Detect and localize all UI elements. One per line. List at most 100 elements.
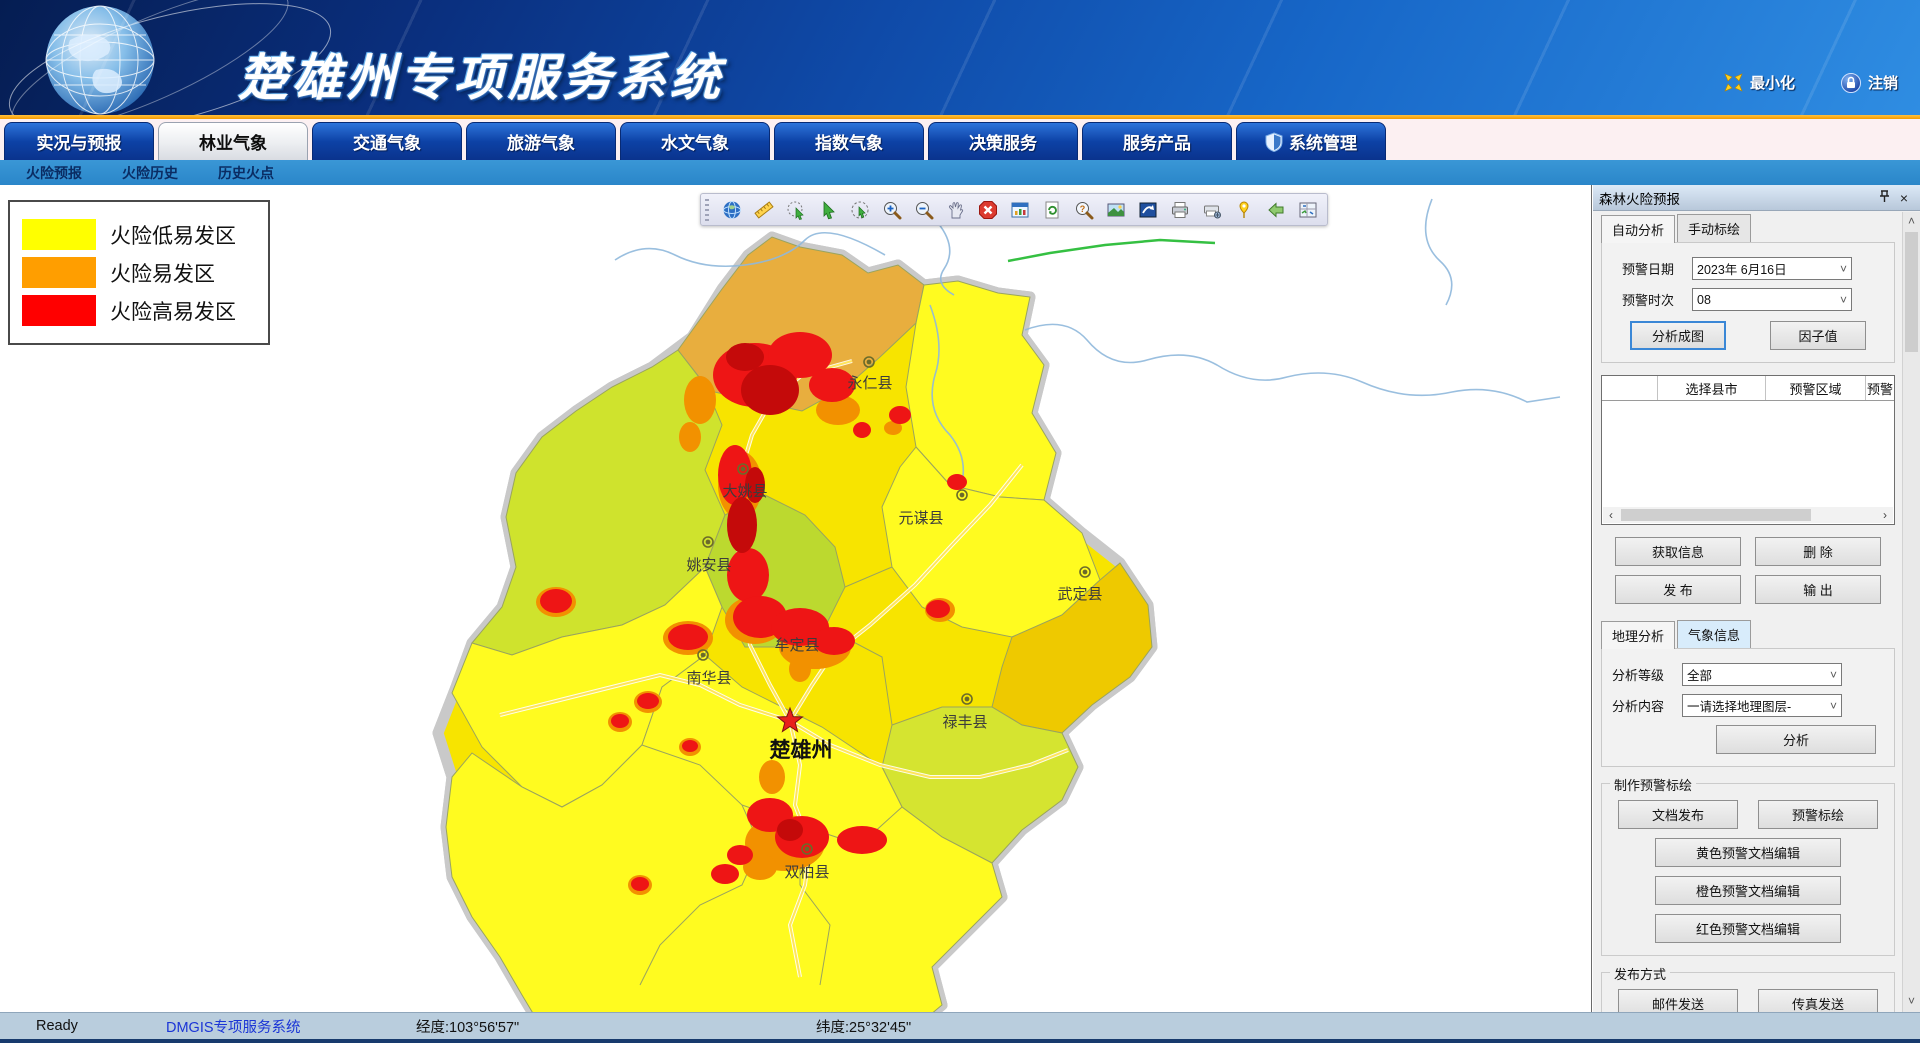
- zoom-in-icon[interactable]: [881, 199, 903, 221]
- subnav-fire-history[interactable]: 火险历史: [122, 163, 178, 183]
- orange-warning-doc-button[interactable]: 橙色预警文档编辑: [1655, 876, 1841, 905]
- label-chuxiong-city: 楚雄州: [770, 738, 833, 762]
- factor-value-button[interactable]: 因子值: [1770, 321, 1866, 350]
- map-canvas[interactable]: 永仁县 大姚县 元谋县 姚安县 武定县 南华县 牟定县 禄丰县 双柏县 楚雄州 …: [0, 185, 1592, 1012]
- publish-button[interactable]: 发 布: [1615, 575, 1741, 604]
- select-region-icon[interactable]: [785, 199, 807, 221]
- close-icon[interactable]: ×: [1894, 190, 1914, 206]
- red-warning-doc-button[interactable]: 红色预警文档编辑: [1655, 914, 1841, 943]
- warn-date-select[interactable]: 2023年 6月16日˅: [1692, 257, 1852, 280]
- warn-time-select[interactable]: 08˅: [1692, 288, 1852, 311]
- status-latitude: 纬度:25°32'45": [816, 1016, 911, 1037]
- tab-weather-info[interactable]: 气象信息: [1677, 620, 1751, 648]
- warning-table-header: 选择县市 预警区域 预警: [1602, 376, 1894, 401]
- tab-manual-plot[interactable]: 手动标绘: [1677, 214, 1751, 242]
- label-mouding: 牟定县: [774, 637, 819, 654]
- select-feature-icon[interactable]: [817, 199, 839, 221]
- subnav-historical-firepoints[interactable]: 历史火点: [218, 163, 274, 183]
- analyze-map-button[interactable]: 分析成图: [1630, 321, 1726, 350]
- table-hscrollbar[interactable]: ‹ ›: [1603, 507, 1893, 523]
- tab-auto-analysis[interactable]: 自动分析: [1601, 215, 1675, 243]
- placemark-icon[interactable]: [1233, 199, 1255, 221]
- tab-decision-service[interactable]: 决策服务: [928, 122, 1078, 160]
- zoom-out-icon[interactable]: [913, 199, 935, 221]
- panel-title: 森林火险预报: [1599, 188, 1874, 208]
- status-system-name: DMGIS专项服务系统: [166, 1016, 416, 1037]
- window-chart-icon[interactable]: [1009, 199, 1031, 221]
- label-dayao: 大姚县: [722, 483, 767, 500]
- minimize-icon: [1724, 73, 1743, 92]
- warn-date-label: 预警日期: [1622, 259, 1684, 278]
- tab-forestry-weather[interactable]: 林业气象: [158, 122, 308, 160]
- label-yongren: 永仁县: [847, 375, 892, 392]
- chevron-down-icon: ˅: [1830, 668, 1837, 682]
- svg-text:?: ?: [1080, 204, 1086, 214]
- yellow-warning-doc-button[interactable]: 黄色预警文档编辑: [1655, 838, 1841, 867]
- plot-group-title: 制作预警标绘: [1610, 775, 1696, 794]
- pan-icon[interactable]: [945, 199, 967, 221]
- tab-traffic-weather[interactable]: 交通气象: [312, 122, 462, 160]
- tab-hydro-weather[interactable]: 水文气象: [620, 122, 770, 160]
- select-circle-icon[interactable]: [849, 199, 871, 221]
- warning-table[interactable]: 选择县市 预警区域 预警 ‹ ›: [1601, 375, 1895, 525]
- vscroll-thumb[interactable]: [1905, 232, 1918, 352]
- chevron-down-icon: ˅: [1840, 293, 1847, 307]
- tab-geo-analysis[interactable]: 地理分析: [1601, 621, 1675, 649]
- logout-button[interactable]: 注销: [1841, 72, 1898, 93]
- plot-group: 制作预警标绘 文档发布 预警标绘 黄色预警文档编辑 橙色预警文档编辑 红色预警文…: [1601, 783, 1895, 956]
- scroll-down-icon[interactable]: ˅: [1903, 994, 1920, 1010]
- tab-tourism-weather[interactable]: 旅游气象: [466, 122, 616, 160]
- hscroll-thumb[interactable]: [1621, 509, 1811, 521]
- tab-index-weather[interactable]: 指数气象: [774, 122, 924, 160]
- analyze-button[interactable]: 分析: [1716, 725, 1876, 754]
- panel-titlebar: 森林火险预报 ×: [1593, 185, 1920, 211]
- scroll-up-icon[interactable]: ˄: [1903, 214, 1920, 230]
- legend-item-medium: 火险易发区: [22, 257, 256, 288]
- legend-swatch-orange: [22, 257, 96, 288]
- image-icon[interactable]: [1105, 199, 1127, 221]
- tab-system-management[interactable]: 系统管理: [1236, 122, 1386, 160]
- refresh-icon[interactable]: [1041, 199, 1063, 221]
- toolbar-grip[interactable]: [705, 199, 709, 221]
- tab-live-forecast[interactable]: 实况与预报: [4, 122, 154, 160]
- analysis-level-select[interactable]: 全部˅: [1682, 663, 1842, 686]
- overview-map-icon[interactable]: [1297, 199, 1319, 221]
- identify-icon[interactable]: ?: [1073, 199, 1095, 221]
- app-banner: 楚雄州专项服务系统 最小化 注销: [0, 0, 1920, 115]
- map-toolbar: ?: [700, 193, 1328, 226]
- shield-icon: [1265, 132, 1283, 152]
- get-info-button[interactable]: 获取信息: [1615, 537, 1741, 566]
- scroll-right-icon[interactable]: ›: [1877, 508, 1893, 522]
- label-lufeng: 禄丰县: [942, 714, 987, 731]
- publish-group-title: 发布方式: [1610, 964, 1670, 983]
- analysis-content-select[interactable]: 一请选择地理图层-˅: [1682, 694, 1842, 717]
- export-button[interactable]: 输 出: [1755, 575, 1881, 604]
- panel-vscrollbar[interactable]: ˄ ˅: [1902, 212, 1920, 1012]
- pin-icon[interactable]: [1874, 190, 1894, 206]
- print-setup-icon[interactable]: [1201, 199, 1223, 221]
- print-icon[interactable]: [1169, 199, 1191, 221]
- back-icon[interactable]: [1265, 199, 1287, 221]
- label-wuding: 武定县: [1057, 586, 1102, 603]
- logout-label: 注销: [1868, 72, 1898, 93]
- delete-button[interactable]: 删 除: [1755, 537, 1881, 566]
- globe-icon[interactable]: [721, 199, 743, 221]
- doc-publish-button[interactable]: 文档发布: [1618, 800, 1738, 829]
- fax-send-button[interactable]: 传真发送: [1758, 989, 1878, 1012]
- subnav-fire-forecast[interactable]: 火险预报: [26, 163, 82, 183]
- legend-item-high: 火险高易发区: [22, 295, 256, 326]
- sub-navbar: 火险预报 火险历史 历史火点: [0, 160, 1920, 185]
- analysis-info-tabs: 地理分析 气象信息: [1601, 620, 1895, 648]
- minimize-button[interactable]: 最小化: [1724, 72, 1795, 93]
- stop-icon[interactable]: [977, 199, 999, 221]
- warn-plot-button[interactable]: 预警标绘: [1758, 800, 1878, 829]
- analysis-level-label: 分析等级: [1612, 665, 1674, 684]
- export-map-icon[interactable]: [1137, 199, 1159, 221]
- main-tabbar: 实况与预报 林业气象 交通气象 旅游气象 水文气象 指数气象 决策服务 服务产品…: [0, 119, 1920, 160]
- measure-icon[interactable]: [753, 199, 775, 221]
- scroll-left-icon[interactable]: ‹: [1603, 508, 1619, 522]
- tab-service-products[interactable]: 服务产品: [1082, 122, 1232, 160]
- status-longitude: 经度:103°56'57": [416, 1016, 816, 1037]
- email-send-button[interactable]: 邮件发送: [1618, 989, 1738, 1012]
- analysis-mode-tabs: 自动分析 手动标绘: [1601, 214, 1895, 242]
